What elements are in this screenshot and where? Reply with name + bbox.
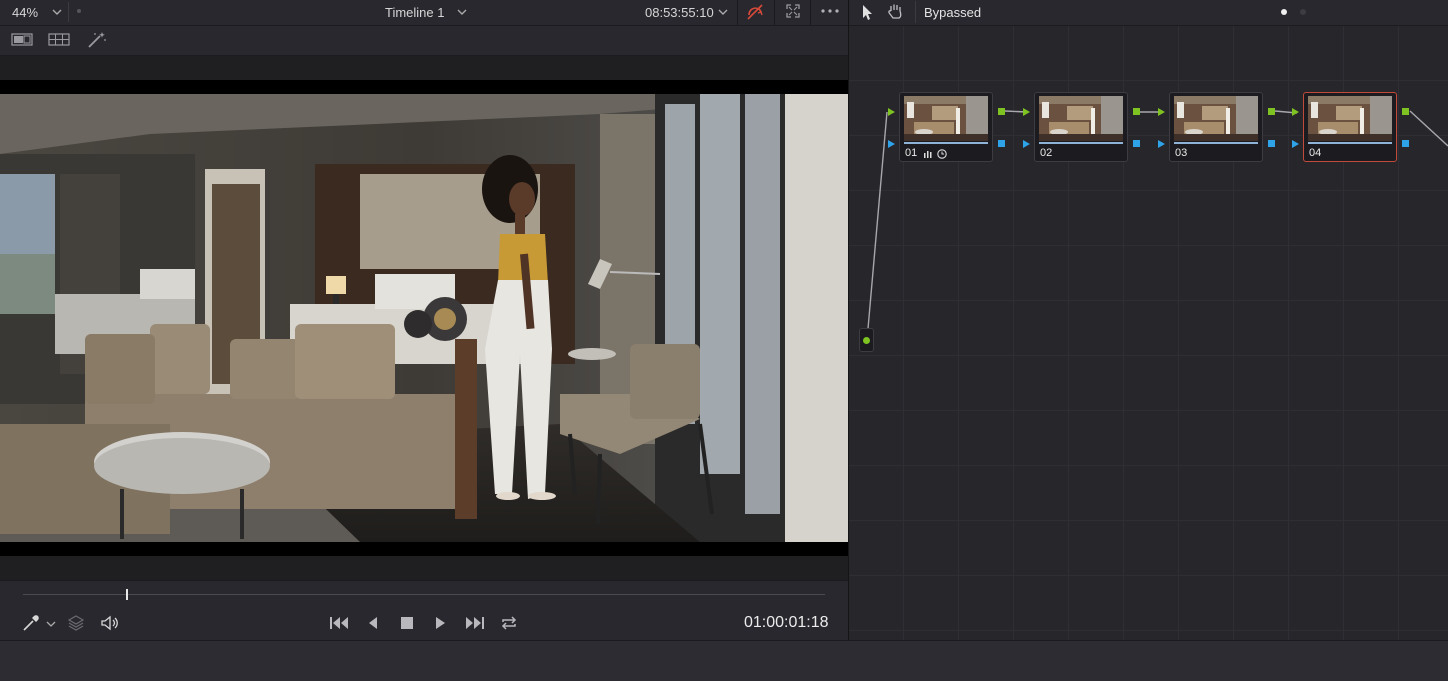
node-divider	[904, 142, 988, 144]
node-label: 02	[1040, 147, 1053, 159]
node-thumbnail	[1039, 96, 1123, 141]
more-icon[interactable]	[819, 4, 841, 18]
key-input-port[interactable]	[1158, 140, 1165, 148]
rgb-input-port[interactable]	[1158, 108, 1165, 116]
stop-icon[interactable]	[399, 614, 415, 632]
node-divider	[1308, 142, 1392, 144]
key-output-port[interactable]	[1402, 140, 1409, 147]
divider	[810, 0, 811, 25]
eyedropper-icon[interactable]	[22, 614, 40, 632]
viewer-toolbar	[0, 26, 848, 56]
bypass-icon[interactable]	[744, 2, 766, 22]
scrubber-track[interactable]	[23, 594, 825, 595]
color-node-03[interactable]: 03	[1158, 92, 1275, 162]
color-node-04[interactable]: 04	[1292, 92, 1409, 162]
play-icon[interactable]	[432, 614, 448, 632]
loop-icon[interactable]	[499, 614, 519, 632]
divider	[915, 1, 916, 23]
playhead-timecode[interactable]: 01:00:01:18	[744, 614, 829, 632]
skip-to-start-icon[interactable]	[328, 614, 350, 632]
node-editor-header: Bypassed	[849, 0, 1448, 26]
bottom-panel	[0, 640, 1448, 681]
key-output-port[interactable]	[998, 140, 1005, 147]
timeline-chevron-down-icon[interactable]	[455, 4, 469, 20]
page-indicator-active[interactable]	[1281, 9, 1287, 15]
transport-bar: 01:00:01:18	[0, 580, 848, 641]
layers-icon[interactable]	[67, 614, 85, 632]
zoom-dropdown-chevron-down-icon[interactable]	[50, 4, 64, 20]
key-input-port[interactable]	[888, 140, 895, 148]
status-dot	[77, 9, 81, 13]
divider	[737, 0, 738, 25]
eyedropper-chevron-down-icon[interactable]	[44, 617, 58, 631]
zoom-level[interactable]: 44%	[12, 5, 38, 20]
hand-icon[interactable]	[886, 2, 904, 20]
rgb-output-port[interactable]	[1402, 108, 1409, 115]
fullscreen-icon[interactable]	[785, 3, 801, 19]
key-input-port[interactable]	[1023, 140, 1030, 148]
node-divider	[1174, 142, 1258, 144]
node-tool-indicators-icon	[923, 147, 951, 159]
timeline-title[interactable]: Timeline 1	[385, 5, 444, 20]
rgb-output-port[interactable]	[1268, 108, 1275, 115]
speaker-icon[interactable]	[100, 614, 120, 632]
viewer-canvas[interactable]	[0, 56, 848, 580]
key-output-port[interactable]	[1268, 140, 1275, 147]
node-label: 03	[1175, 147, 1188, 159]
source-timecode[interactable]: 08:53:55:10	[645, 5, 714, 20]
node-thumbnail	[1308, 96, 1392, 141]
scrubber-playhead[interactable]	[126, 589, 129, 600]
node-label: 01	[905, 147, 918, 159]
timecode-chevron-down-icon[interactable]	[716, 4, 730, 20]
viewer-header: 44% Timeline 1 08:53:55:10	[0, 0, 848, 26]
rgb-input-port[interactable]	[1292, 108, 1299, 116]
source-input-node[interactable]	[859, 328, 874, 352]
node-divider	[1039, 142, 1123, 144]
key-input-port[interactable]	[1292, 140, 1299, 148]
divider	[68, 2, 69, 22]
letterbox-bottom	[0, 542, 848, 556]
rgb-input-port[interactable]	[888, 108, 895, 116]
divider	[774, 0, 775, 25]
page-indicator[interactable]	[1300, 9, 1306, 15]
rgb-output-port[interactable]	[1133, 108, 1140, 115]
node-mode-label[interactable]: Bypassed	[924, 5, 981, 20]
rgb-input-port[interactable]	[1023, 108, 1030, 116]
node-thumbnail	[904, 96, 988, 141]
skip-to-end-icon[interactable]	[464, 614, 486, 632]
magic-wand-icon[interactable]	[86, 30, 108, 50]
color-node-01[interactable]: 01	[888, 92, 1005, 162]
rgb-output-port[interactable]	[998, 108, 1005, 115]
node-thumbnail	[1174, 96, 1258, 141]
node-graph[interactable]: 01 02 03 04	[849, 26, 1448, 640]
single-viewer-icon[interactable]	[11, 32, 33, 48]
node-label: 04	[1309, 147, 1322, 159]
key-output-port[interactable]	[1133, 140, 1140, 147]
split-viewer-icon[interactable]	[48, 32, 70, 48]
pointer-icon[interactable]	[859, 3, 875, 21]
letterbox-top	[0, 80, 848, 94]
step-back-icon[interactable]	[365, 614, 381, 632]
source-output-port[interactable]	[863, 337, 870, 344]
video-frame[interactable]	[0, 94, 848, 542]
color-node-02[interactable]: 02	[1023, 92, 1140, 162]
